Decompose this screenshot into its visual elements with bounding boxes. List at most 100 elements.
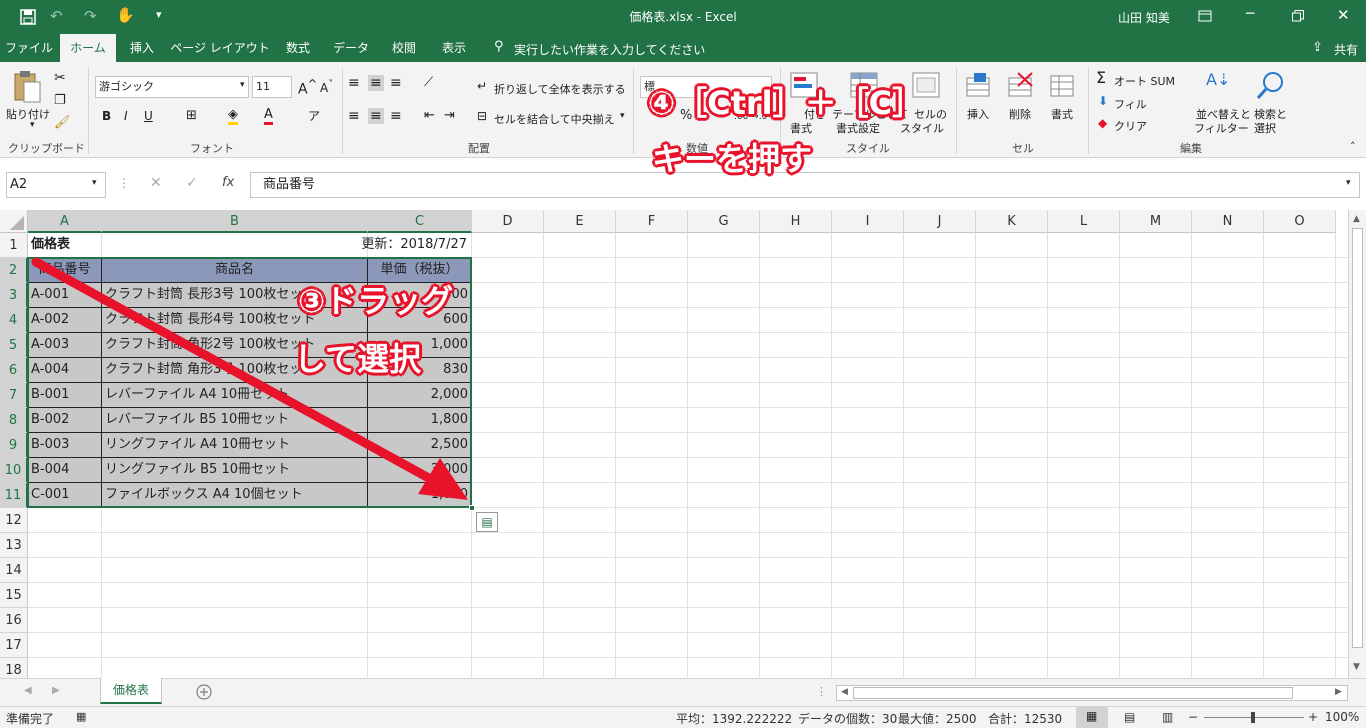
column-header-g[interactable]: G	[688, 210, 760, 233]
align-left-icon[interactable]: ≡	[348, 108, 360, 124]
italic-icon[interactable]: I	[124, 109, 128, 123]
decrease-font-icon[interactable]: A˅	[320, 79, 333, 95]
row-header-10[interactable]: 10	[0, 458, 28, 483]
close-icon[interactable]: ✕	[1337, 6, 1350, 24]
borders-icon[interactable]: ⊞	[186, 108, 197, 123]
fill-handle[interactable]	[469, 505, 475, 511]
horizontal-scrollbar[interactable]: ◀ ▶	[836, 685, 1348, 701]
scroll-right-icon[interactable]: ▶	[1335, 687, 1342, 697]
column-header-j[interactable]: J	[904, 210, 976, 233]
user-name[interactable]: 山田 知美	[1118, 9, 1170, 26]
increase-font-icon[interactable]: A^	[298, 77, 317, 98]
scroll-down-icon[interactable]: ▼	[1353, 662, 1360, 672]
align-center-icon[interactable]: ≡	[368, 108, 384, 124]
find-select-icon[interactable]	[1256, 70, 1286, 100]
zoom-out-icon[interactable]: −	[1188, 710, 1198, 724]
increase-indent-icon[interactable]: ⇥	[444, 108, 455, 123]
status-average[interactable]: 平均：1392.222222	[676, 710, 792, 727]
underline-icon[interactable]: U	[144, 109, 153, 123]
row-header-5[interactable]: 5	[0, 333, 28, 358]
row-header-6[interactable]: 6	[0, 358, 28, 383]
tab-data[interactable]: データ	[326, 34, 376, 62]
merge-dropdown-icon[interactable]: ▾	[620, 111, 625, 121]
fill-color-icon[interactable]: ◈	[228, 107, 238, 125]
column-header-o[interactable]: O	[1264, 210, 1336, 233]
sort-filter-button-2[interactable]: フィルター	[1194, 120, 1249, 136]
prev-sheet-icon[interactable]: ◀	[24, 685, 32, 696]
row-header-11[interactable]: 11	[0, 483, 28, 508]
name-box-dropdown-icon[interactable]: ▾	[92, 178, 97, 188]
row-header-17[interactable]: 17	[0, 633, 28, 658]
status-sum[interactable]: 合計：12530	[988, 710, 1062, 727]
normal-view-button[interactable]: ▦	[1076, 707, 1108, 728]
decrease-indent-icon[interactable]: ⇤	[424, 108, 435, 123]
cancel-entry-icon[interactable]: ✕	[150, 175, 162, 191]
tab-split-handle[interactable]: ⋮	[816, 685, 827, 698]
confirm-entry-icon[interactable]: ✓	[186, 175, 198, 191]
tab-file[interactable]: ファイル	[4, 34, 54, 62]
delete-cells-button[interactable]: 削除	[1009, 106, 1031, 122]
merge-center-button[interactable]: セルを結合して中央揃え	[494, 111, 615, 127]
column-header-d[interactable]: D	[472, 210, 544, 233]
delete-cells-icon[interactable]	[1008, 72, 1034, 100]
align-top-icon[interactable]: ≡	[348, 75, 360, 91]
zoom-slider-thumb[interactable]	[1251, 712, 1255, 723]
tab-insert[interactable]: 挿入	[120, 34, 164, 62]
column-header-m[interactable]: M	[1120, 210, 1192, 233]
row-header-14[interactable]: 14	[0, 558, 28, 583]
next-sheet-icon[interactable]: ▶	[52, 685, 60, 696]
sheet-tab-active[interactable]: 価格表	[100, 678, 162, 704]
row-header-7[interactable]: 7	[0, 383, 28, 408]
cell-a1-title[interactable]: 価格表	[28, 233, 102, 258]
insert-cells-button[interactable]: 挿入	[967, 106, 989, 122]
restore-icon[interactable]	[1292, 10, 1304, 22]
find-select-button-2[interactable]: 選択	[1254, 120, 1276, 136]
zoom-in-icon[interactable]: +	[1308, 710, 1318, 724]
wrap-text-button[interactable]: 折り返して全体を表示する	[494, 81, 626, 97]
column-header-i[interactable]: I	[832, 210, 904, 233]
tab-home[interactable]: ホーム	[60, 34, 116, 62]
column-header-a[interactable]: A	[28, 210, 102, 233]
vertical-scroll-thumb[interactable]	[1352, 228, 1363, 648]
column-header-e[interactable]: E	[544, 210, 616, 233]
column-header-c[interactable]: C	[368, 210, 472, 233]
status-count[interactable]: データの個数：30	[798, 710, 897, 727]
row-header-15[interactable]: 15	[0, 583, 28, 608]
insert-function-icon[interactable]: fx	[222, 175, 234, 190]
vertical-scrollbar[interactable]: ▲ ▼	[1348, 210, 1366, 678]
add-sheet-icon[interactable]	[196, 684, 212, 700]
column-header-b[interactable]: B	[102, 210, 368, 233]
row-header-1[interactable]: 1	[0, 233, 28, 258]
column-header-l[interactable]: L	[1048, 210, 1120, 233]
column-header-n[interactable]: N	[1192, 210, 1264, 233]
share-button[interactable]: 共有	[1334, 41, 1358, 58]
paste-icon[interactable]	[12, 70, 42, 104]
tab-review[interactable]: 校閲	[382, 34, 426, 62]
name-box[interactable]: A2	[6, 172, 106, 198]
zoom-level[interactable]: 100%	[1325, 710, 1359, 724]
select-all-corner[interactable]	[0, 210, 28, 233]
worksheet-grid[interactable]: ABCDEFGHIJKLMNO 1 2 3 4 5 6 7 8 9 10 11 12 13 14 15 16 1…	[0, 210, 1366, 678]
row-header-4[interactable]: 4	[0, 308, 28, 333]
page-break-view-icon[interactable]: ▥	[1162, 710, 1173, 724]
status-max[interactable]: 最大値：2500	[898, 710, 977, 727]
phonetic-icon[interactable]: ア	[308, 107, 320, 124]
column-header-h[interactable]: H	[760, 210, 832, 233]
tab-page-layout[interactable]: ページ レイアウト	[170, 34, 270, 62]
fill-button[interactable]: フィル	[1114, 96, 1147, 112]
font-name-dropdown-icon[interactable]: ▾	[240, 80, 245, 90]
row-header-16[interactable]: 16	[0, 608, 28, 633]
column-header-f[interactable]: F	[616, 210, 688, 233]
clear-button[interactable]: クリア	[1114, 118, 1147, 134]
row-header-9[interactable]: 9	[0, 433, 28, 458]
cut-icon[interactable]: ✂	[54, 70, 66, 86]
copy-icon[interactable]: ❐	[54, 93, 66, 108]
tell-me-box[interactable]: 実行したい作業を入力してください	[514, 41, 705, 58]
orientation-icon[interactable]: ⟋	[424, 75, 433, 90]
format-cells-button[interactable]: 書式	[1051, 106, 1073, 122]
autosum-button[interactable]: オート SUM	[1114, 73, 1175, 89]
paste-dropdown-icon[interactable]: ▾	[30, 120, 35, 130]
row-header-2[interactable]: 2	[0, 258, 28, 283]
font-color-icon[interactable]: A	[264, 107, 273, 125]
quick-analysis-icon[interactable]: ▤	[476, 512, 498, 532]
